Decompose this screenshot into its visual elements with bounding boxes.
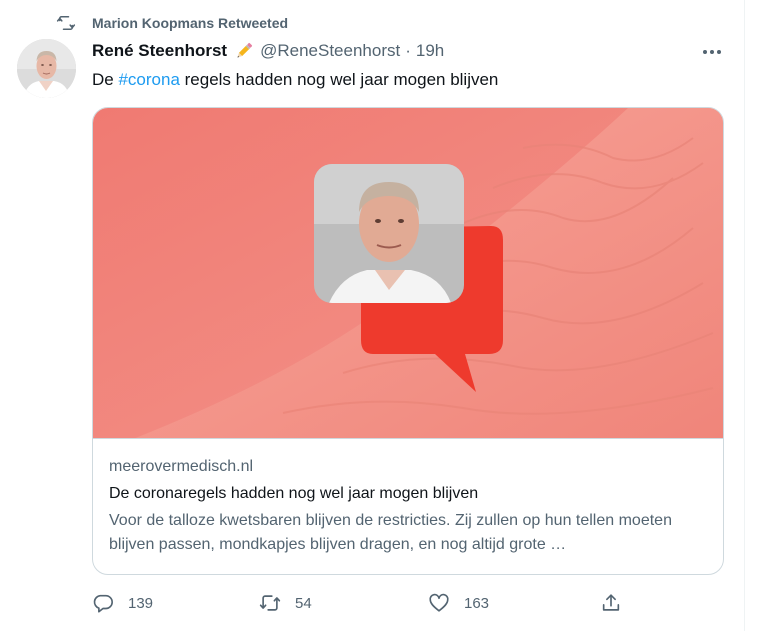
like-button[interactable]: 163	[428, 590, 489, 616]
retweet-action-icon	[259, 595, 281, 611]
social-context[interactable]: Marion Koopmans Retweeted	[56, 13, 288, 33]
author-name[interactable]: René Steenhorst	[92, 41, 227, 61]
tweet-actions: 139 54 163	[92, 590, 732, 616]
tweet-text-after: regels hadden nog wel jaar mogen blijven	[179, 70, 499, 89]
share-button[interactable]	[600, 590, 636, 616]
card-text: meerovermedisch.nl De coronaregels hadde…	[109, 456, 709, 557]
reply-icon	[93, 594, 113, 613]
card-description: Voor de talloze kwetsbaren blĳven de res…	[109, 512, 672, 553]
tweet-header: René Steenhorst @ReneSteenhorst · 19h	[92, 40, 444, 62]
link-card[interactable]: meerovermedisch.nl De coronaregels hadde…	[92, 107, 724, 575]
tweet-timestamp[interactable]: 19h	[416, 41, 444, 61]
hashtag-link[interactable]: #corona	[118, 70, 179, 89]
card-image[interactable]	[93, 108, 723, 439]
retweet-button[interactable]: 54	[259, 590, 312, 616]
avatar[interactable]	[17, 39, 76, 98]
card-illustration	[93, 108, 723, 438]
tweet-text: De #corona regels hadden nog wel jaar mo…	[92, 69, 498, 91]
separator-dot: ·	[405, 41, 411, 60]
retweet-label: Marion Koopmans Retweeted	[92, 15, 289, 31]
column-divider	[744, 0, 745, 631]
tweet-text-before: De	[92, 70, 119, 89]
retweet-icon	[56, 16, 76, 30]
avatar-photo	[17, 39, 76, 98]
author-handle[interactable]: @ReneSteenhorst	[260, 41, 400, 61]
heart-icon	[429, 593, 449, 612]
more-dots-icon	[703, 50, 721, 54]
card-domain: meerovermedisch.nl	[109, 458, 254, 475]
pencil-icon	[237, 42, 253, 58]
share-icon	[602, 594, 620, 611]
card-title: De coronaregels hadden nog wel jaar moge…	[109, 485, 479, 502]
like-count: 163	[464, 594, 490, 612]
reply-button[interactable]: 139	[92, 590, 153, 616]
reply-count: 139	[128, 594, 154, 612]
retweet-count: 54	[295, 594, 312, 612]
more-options-button[interactable]	[700, 42, 724, 62]
